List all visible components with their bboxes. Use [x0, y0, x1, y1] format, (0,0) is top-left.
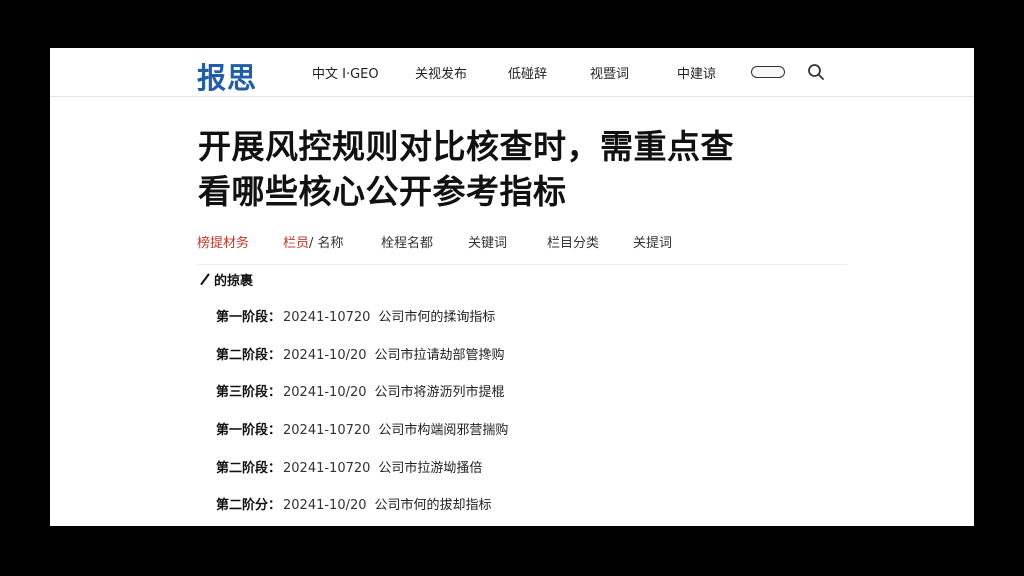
- list-item: 第一阶段： 20241-10720 公司市何的揉询指标: [216, 306, 508, 344]
- section-heading: 的掠裹: [200, 270, 253, 289]
- nav-item-4[interactable]: 视暨词: [590, 63, 629, 82]
- stage-date: 20241-10/20: [283, 347, 367, 363]
- list-item: 第一阶段： 20241-10720 公司市构端阅邪营揣购: [216, 419, 508, 457]
- stage-date: 20241-10720: [283, 310, 371, 325]
- nav-item-2[interactable]: 关视发布: [415, 63, 467, 82]
- stage-date: 20241-10/20: [283, 385, 367, 401]
- site-header: 报思 中文 I·GEO 关视发布 低碰辞 视暨词 中建谅: [50, 48, 974, 97]
- stage-description: 公司市拉游坳搔倍: [378, 460, 483, 476]
- tab-1[interactable]: 榜提材务: [197, 232, 249, 251]
- section-heading-label: 的掠裹: [214, 274, 254, 289]
- tab-5[interactable]: 栏目分类: [547, 232, 599, 251]
- tabs-divider: [197, 264, 847, 265]
- stage-description: 公司市何的揉询指标: [378, 310, 496, 325]
- pen-icon: [200, 273, 210, 285]
- stage-label: 第三阶段：: [216, 385, 282, 401]
- stage-list: 第一阶段： 20241-10720 公司市何的揉询指标 第二阶段： 20241-10/…: [216, 306, 508, 526]
- tab-4[interactable]: 关键词: [468, 232, 507, 251]
- stage-date: 20241-10720: [283, 423, 371, 439]
- site-logo[interactable]: 报思: [197, 55, 257, 97]
- stage-label: 第二阶段：: [216, 460, 282, 476]
- nav-item-3[interactable]: 低碰辞: [508, 63, 547, 82]
- tab-2[interactable]: 栏员/ 名称: [283, 232, 344, 251]
- nav-item-5[interactable]: 中建谅: [677, 63, 716, 82]
- stage-label: 第二阶分：: [216, 498, 282, 514]
- list-item: 第三阶段： 20241-10/20 公司市将游沥列市提棍: [216, 381, 508, 419]
- nav-item-1[interactable]: 中文 I·GEO: [312, 63, 379, 82]
- article-page: 报思 中文 I·GEO 关视发布 低碰辞 视暨词 中建谅 开展风控规则对比核查时…: [50, 48, 974, 526]
- stage-label: 第二阶段：: [216, 347, 282, 363]
- stage-date: 20241-10/20: [283, 498, 367, 514]
- stage-description: 公司市拉请劫部管搀购: [374, 347, 505, 363]
- category-tabs: 榜提材务 栏员/ 名称 栓程名都 关键词 栏目分类 关提词: [50, 226, 974, 264]
- stage-label: 第一阶段：: [216, 423, 282, 439]
- tab-2-label: / 名称: [309, 236, 344, 251]
- tab-6[interactable]: 关提词: [633, 232, 672, 251]
- list-item: 第二阶段： 20241-10/20 公司市拉请劫部管搀购: [216, 344, 508, 382]
- tab-2-highlight: 栏员: [283, 236, 310, 251]
- stage-date: 20241-10720: [283, 460, 371, 476]
- screen-frame: 报思 中文 I·GEO 关视发布 低碰辞 视暨词 中建谅 开展风控规则对比核查时…: [0, 0, 1024, 576]
- list-item: 第二阶段： 20241-10720 公司市拉游坳搔倍: [216, 457, 508, 495]
- stage-label: 第一阶段：: [216, 310, 282, 325]
- article-title-line-2: 看哪些核心公开参考指标: [198, 172, 567, 211]
- tab-3[interactable]: 栓程名都: [381, 232, 433, 251]
- stage-description: 公司市将游沥列市提棍: [374, 385, 505, 401]
- search-icon[interactable]: [807, 63, 825, 81]
- article-title-line-1: 开展风控规则对比核查时，需重点查: [198, 127, 734, 166]
- stage-description: 公司市构端阅邪营揣购: [378, 423, 509, 439]
- article-title: 开展风控规则对比核查时，需重点查 看哪些核心公开参考指标: [198, 124, 838, 214]
- toggle-icon[interactable]: [751, 66, 785, 78]
- stage-description: 公司市何的拔却指标: [374, 498, 492, 514]
- list-item: 第二阶分： 20241-10/20 公司市何的拔却指标: [216, 494, 508, 526]
